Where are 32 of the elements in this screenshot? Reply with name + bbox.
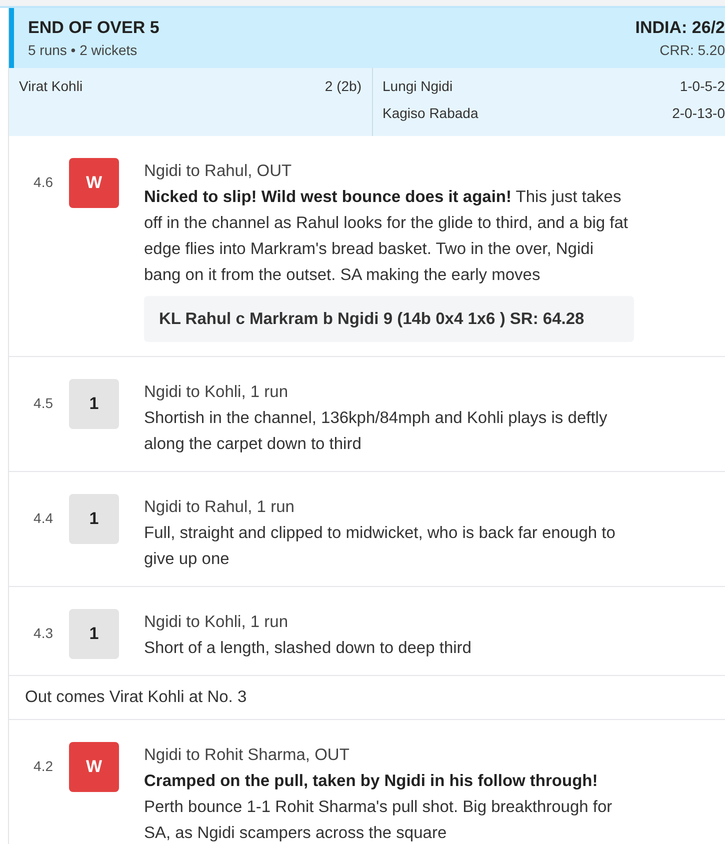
dismissal-summary: KL Rahul c Markram b Ngidi 9 (14b 0x4 1x6 ) SR: 64.28 (144, 296, 634, 342)
batter-score: 2 (2b) (324, 78, 362, 96)
ball-result-badge: 1 (69, 609, 119, 659)
ball-result-badge: W (69, 742, 119, 792)
bowler-figures: 1-0-5-2 (680, 78, 725, 96)
ball-number: 4.5 (32, 394, 54, 411)
run-rate: CRR: 5.20 (658, 42, 725, 58)
ball-headline: Ngidi to Kohli, 1 run (144, 612, 289, 633)
commentary-text: Nicked to slip! Wild west bounce does it again! This just takes off in the channel as Rahul looks for the glide to third, and a big fat edge flies into Markram's bread basket. Two in the over, Ngidi bang on it from the outset. SA making the early moves (144, 187, 630, 286)
commentary-text: Cramped on the pull, taken by Ngidi in his follow through! Perth bounce 1-1 Rohit Sharma's pull shot. Big breakthrough for SA, as Ngidi scampers across the square (144, 771, 614, 844)
ball-result-badge: W (69, 158, 119, 208)
batter-name: Virat Kohli (19, 78, 83, 96)
bowler-figures: 2-0-13-0 (672, 105, 725, 123)
ball-headline: Ngidi to Rohit Sharma, OUT (144, 745, 350, 766)
ball-headline: Ngidi to Kohli, 1 run (144, 382, 289, 403)
ball-number: 4.6 (32, 173, 54, 190)
ball-number: 4.3 (32, 624, 54, 641)
commentary-text: Short of a length, slashed down to deep third (144, 638, 472, 659)
commentary-note: Out comes Virat Kohli at No. 3 (9, 676, 725, 720)
ball-headline: Ngidi to Rahul, 1 run (144, 497, 296, 518)
ball-number: 4.2 (32, 757, 54, 774)
bowler-name: Kagiso Rabada (382, 105, 478, 123)
over-summary: 5 runs • 2 wickets (28, 42, 138, 58)
team-score: INDIA: 26/2 (635, 18, 725, 38)
over-title: END OF OVER 5 (28, 18, 160, 38)
bowler-name: Lungi Ngidi (382, 78, 453, 96)
ball-headline: Ngidi to Rahul, OUT (144, 161, 293, 182)
ball-result-badge: 1 (69, 379, 119, 429)
ball-result-badge: 1 (69, 494, 119, 544)
ball-number: 4.4 (32, 509, 54, 526)
commentary-text: Full, straight and clipped to midwicket, who is back far enough to give up one (144, 523, 616, 570)
commentary-text: Shortish in the channel, 136kph/84mph and Kohli plays is deftly along the carpet down to third (144, 408, 608, 455)
